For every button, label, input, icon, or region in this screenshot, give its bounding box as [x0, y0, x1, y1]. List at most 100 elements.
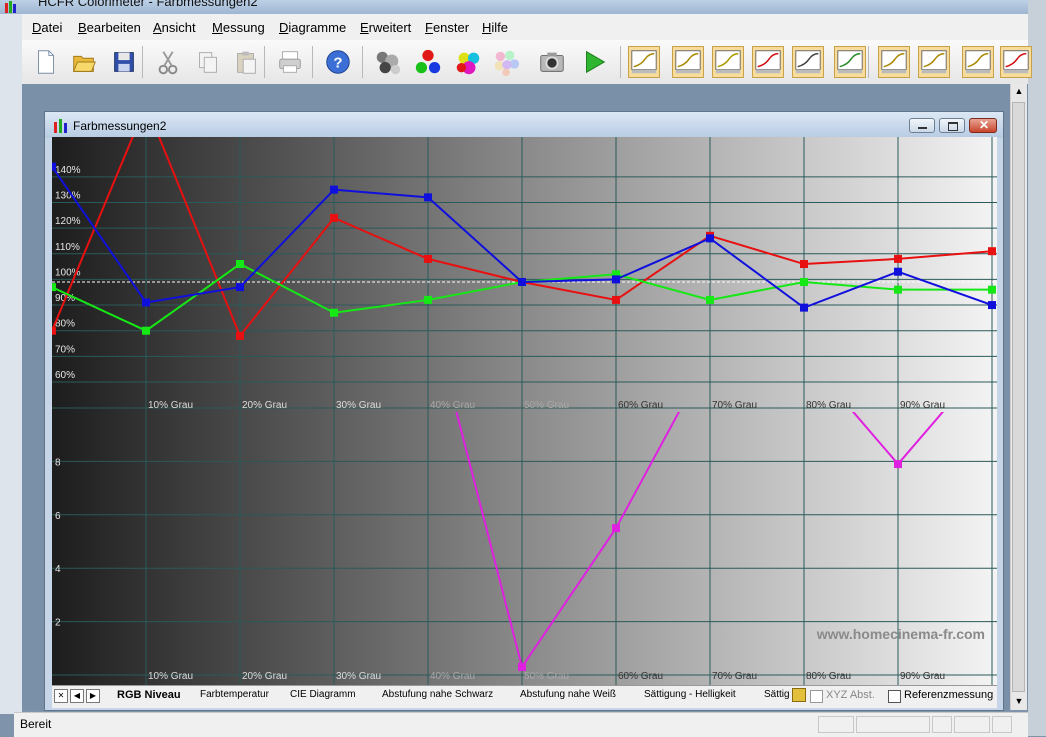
reference-checkbox[interactable]	[888, 690, 901, 703]
close-icon: ✕	[979, 118, 990, 132]
menu-datei[interactable]: Datei	[32, 20, 62, 35]
color-spheres-button[interactable]	[452, 46, 484, 78]
scrollbar-thumb[interactable]	[1012, 102, 1025, 692]
copy-button[interactable]	[192, 46, 224, 78]
view-tab-bar: ✕ ◀ ▶ RGB Niveau Farbtemperatur CIE Diagramm A…	[52, 685, 997, 708]
cut-button[interactable]	[152, 46, 184, 78]
status-panel	[992, 716, 1012, 733]
data-point	[424, 254, 432, 263]
print-button[interactable]	[274, 46, 306, 78]
paste-icon	[237, 51, 256, 74]
close-button[interactable]: ✕	[969, 118, 997, 133]
status-panel	[954, 716, 990, 733]
chart-extra-icon	[1003, 50, 1029, 74]
scroll-up-icon[interactable]: ▲	[1013, 86, 1025, 98]
chart-luminance-button[interactable]	[672, 46, 704, 78]
help-button[interactable]: ?	[322, 46, 354, 78]
y-tick-label: 8	[55, 457, 61, 468]
color-spheres-icon	[456, 52, 480, 75]
app-title: HCFR Colorimeter - Farbmessungen2	[38, 0, 258, 9]
tab-sättig[interactable]: Sättig	[764, 689, 790, 700]
tab-next-icon[interactable]: ▶	[86, 689, 100, 703]
help-icon: ?	[326, 50, 350, 74]
chart-extra-button[interactable]	[1000, 46, 1032, 78]
play-button[interactable]	[578, 46, 610, 78]
x-tick-label: 70% Grau	[712, 671, 757, 682]
data-point	[424, 193, 432, 202]
restore-button[interactable]	[939, 118, 965, 133]
data-point	[52, 162, 56, 171]
open-folder-button[interactable]	[68, 46, 100, 78]
tab-abstufung-nahe-weiß[interactable]: Abstufung nahe Weiß	[520, 689, 616, 700]
chart-cie-button[interactable]	[834, 46, 866, 78]
menu-hilfe[interactable]: Hilfe	[482, 20, 508, 35]
toolbar-separator	[362, 46, 363, 78]
new-document-button[interactable]	[30, 46, 62, 78]
chart-bars-button[interactable]	[962, 46, 994, 78]
status-panel	[856, 716, 930, 733]
chart-gamma-icon	[631, 50, 657, 74]
chart-rgb-button[interactable]	[752, 46, 784, 78]
rgb-spheres-button[interactable]	[412, 46, 444, 78]
tab-cie-diagramm[interactable]: CIE Diagramm	[290, 689, 356, 700]
gray-spheres-button[interactable]	[372, 46, 404, 78]
data-point	[236, 283, 244, 292]
tab-sättigung-helligkeit[interactable]: Sättigung - Helligkeit	[644, 689, 736, 700]
app-logo-icon	[5, 1, 16, 13]
data-point	[800, 303, 808, 312]
lock-icon[interactable]	[792, 688, 806, 702]
chart-yellow-icon	[881, 50, 907, 74]
tab-rgb-niveau[interactable]: RGB Niveau	[117, 689, 181, 701]
camera-icon	[540, 52, 564, 72]
x-tick-label: 80% Grau	[806, 400, 851, 411]
x-tick-label: 30% Grau	[336, 671, 381, 682]
chart-luminance-icon	[675, 50, 701, 74]
y-tick-label: 70%	[55, 344, 75, 355]
menu-bar: Datei Bearbeiten Ansicht Messung Diagramme Er…	[22, 14, 1028, 41]
toolbar-separator	[142, 46, 143, 78]
multi-spheres-button[interactable]	[490, 46, 522, 78]
tab-prev-icon[interactable]: ◀	[70, 689, 84, 703]
y-tick-label: 140%	[55, 165, 81, 176]
y-tick-label: 130%	[55, 190, 81, 201]
chart-line-button[interactable]	[918, 46, 950, 78]
status-panel	[932, 716, 952, 733]
vertical-scrollbar[interactable]: ▲ ▼	[1010, 84, 1027, 710]
tab-abstufung-nahe-schwarz[interactable]: Abstufung nahe Schwarz	[382, 689, 493, 700]
window-chart-icon	[54, 119, 67, 133]
chart-background	[52, 137, 997, 685]
paste-button[interactable]	[230, 46, 262, 78]
data-point	[52, 283, 56, 292]
toolbar-separator	[264, 46, 265, 78]
data-point	[518, 662, 526, 671]
scroll-down-icon[interactable]: ▼	[1013, 696, 1025, 708]
x-tick-label: 90% Grau	[900, 400, 945, 411]
tab-farbtemperatur[interactable]: Farbtemperatur	[200, 689, 269, 700]
menu-fenster[interactable]: Fenster	[425, 20, 469, 35]
background-window-strip	[0, 14, 22, 714]
new-document-icon	[38, 50, 54, 74]
data-point	[236, 331, 244, 340]
x-tick-label: 70% Grau	[712, 400, 757, 411]
camera-button[interactable]	[536, 46, 568, 78]
save-disk-button[interactable]	[108, 46, 140, 78]
chart-bars-icon	[965, 50, 991, 74]
menu-erweitert[interactable]: Erweitert	[360, 20, 411, 35]
chart-line-icon	[921, 50, 947, 74]
data-point	[142, 326, 150, 335]
menu-ansicht[interactable]: Ansicht	[153, 20, 196, 35]
menu-diagramme[interactable]: Diagramme	[279, 20, 346, 35]
chart-gamma-button[interactable]	[628, 46, 660, 78]
background-window-strip-right	[1028, 0, 1046, 736]
data-point	[706, 295, 714, 304]
chart-yellow-button[interactable]	[878, 46, 910, 78]
chart-curve-button[interactable]	[712, 46, 744, 78]
chart-delta-button[interactable]	[792, 46, 824, 78]
x-tick-label: 20% Grau	[242, 671, 287, 682]
menu-bearbeiten[interactable]: Bearbeiten	[78, 20, 141, 35]
app-title-bar: HCFR Colorimeter - Farbmessungen2	[0, 0, 1046, 14]
menu-messung[interactable]: Messung	[212, 20, 265, 35]
minimize-button[interactable]	[909, 118, 935, 133]
xyz-checkbox[interactable]	[810, 690, 823, 703]
close-tab-icon[interactable]: ✕	[54, 689, 68, 703]
